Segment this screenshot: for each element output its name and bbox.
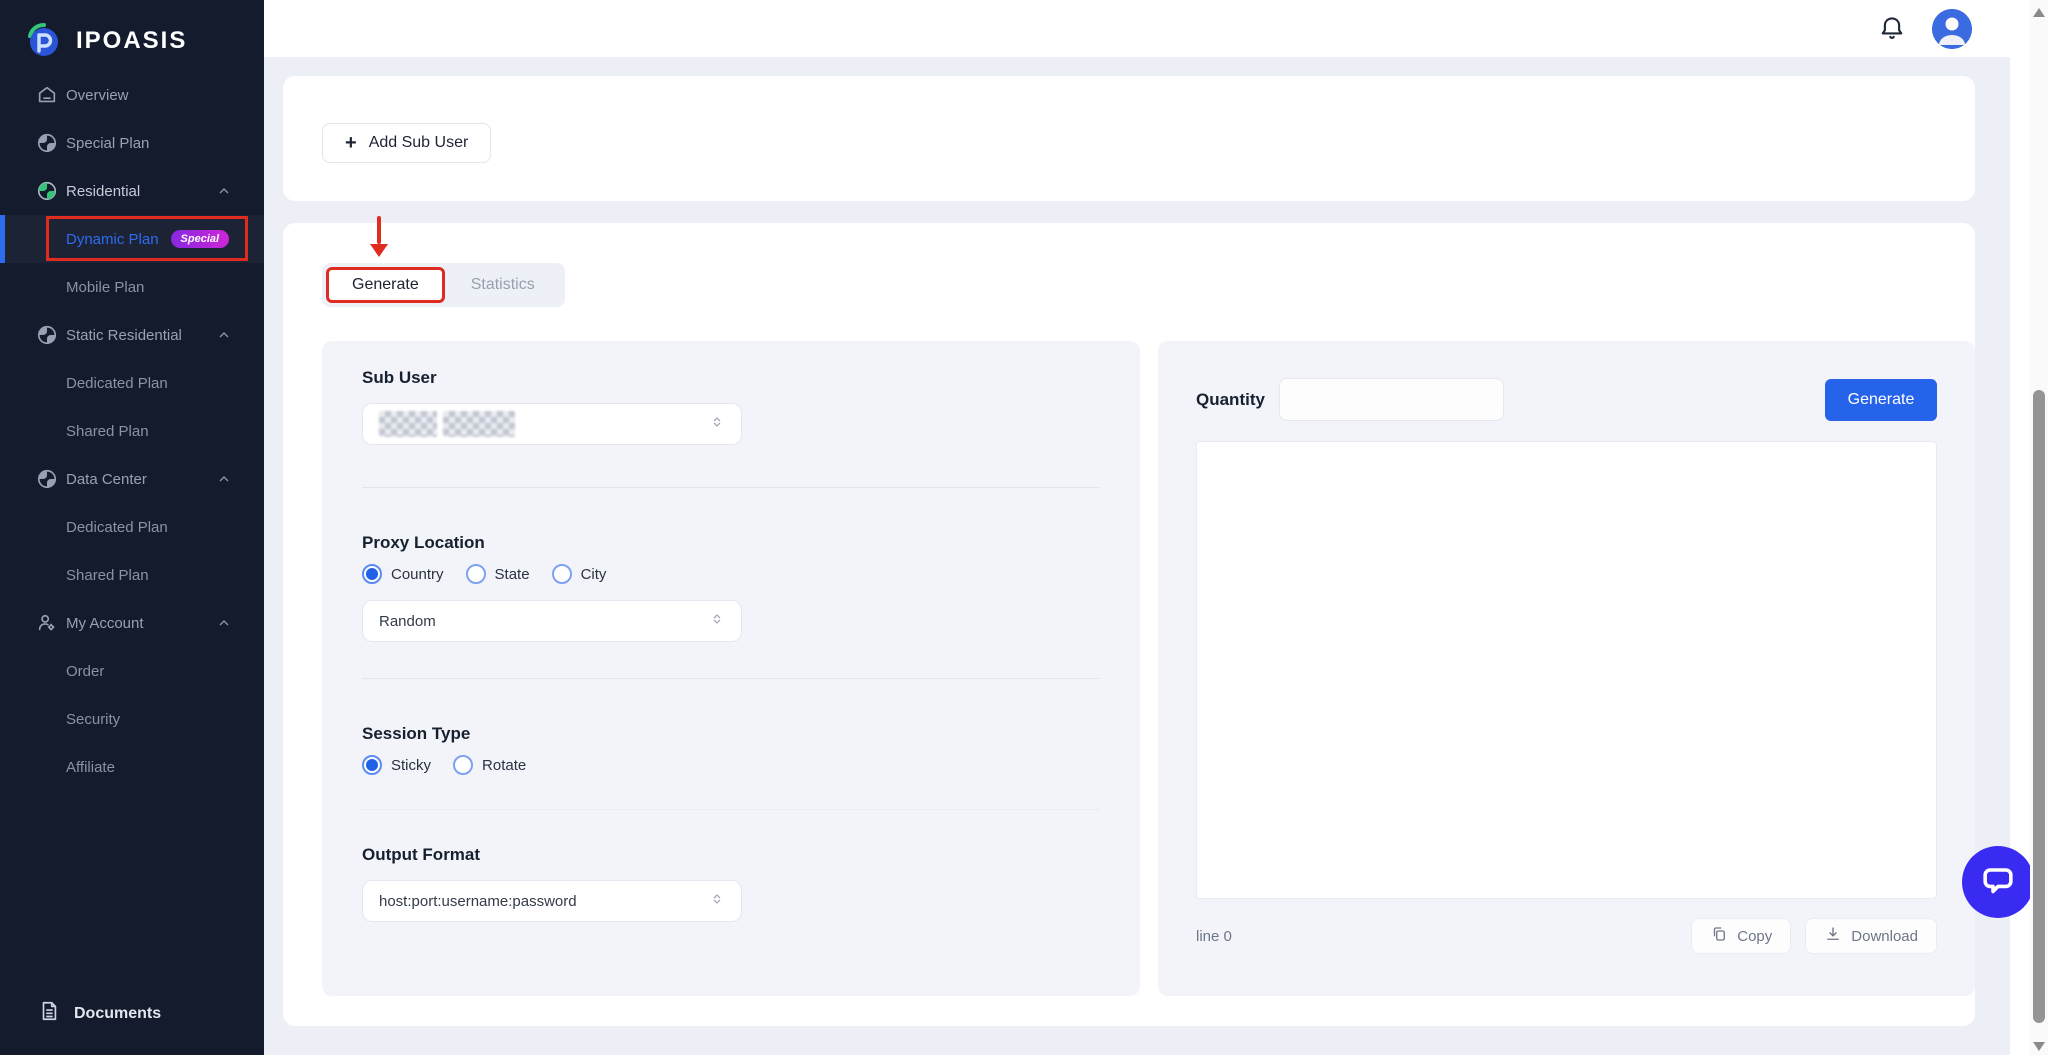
scroll-down-arrow[interactable] [2033, 1042, 2045, 1051]
country-select[interactable]: Random [362, 600, 742, 642]
special-badge: Special [171, 230, 230, 248]
sidebar-item-static-shared-plan[interactable]: Shared Plan [0, 407, 264, 455]
document-icon [38, 1000, 60, 1027]
session-type-radios: Sticky Rotate [362, 755, 1100, 775]
scrollbar-thumb[interactable] [2033, 390, 2045, 1023]
sidebar-nav: Overview Special Plan Residential D [0, 71, 264, 791]
sidebar-item-special-plan[interactable]: Special Plan [0, 119, 264, 167]
sidebar-item-dc-shared-plan[interactable]: Shared Plan [0, 551, 264, 599]
app-root: IPOASIS Overview Special Plan Residentia [0, 0, 2048, 1055]
chat-bubble-icon [1978, 860, 2018, 905]
sidebar-item-security[interactable]: Security [0, 695, 264, 743]
divider [362, 487, 1100, 488]
radio-country[interactable]: Country [362, 564, 444, 584]
sidebar-item-dynamic-plan[interactable]: Dynamic Plan Special [0, 215, 264, 263]
sidebar-item-overview[interactable]: Overview [0, 71, 264, 119]
generate-form-panel: Sub User Proxy Location Country [322, 341, 1140, 996]
globe-icon [36, 468, 58, 490]
user-gear-icon [36, 612, 58, 634]
chevron-up-icon [216, 615, 232, 631]
radio-city[interactable]: City [552, 564, 607, 584]
chevron-up-down-icon [709, 611, 725, 632]
annotation-arrow [369, 216, 389, 257]
session-type-label: Session Type [362, 723, 1100, 745]
proxy-location-radios: Country State City [362, 564, 1100, 584]
brand-name: IPOASIS [76, 27, 187, 55]
generate-button[interactable]: Generate [1825, 379, 1937, 421]
sidebar-group-residential[interactable]: Residential [0, 167, 264, 215]
active-indicator [0, 215, 5, 263]
copy-button[interactable]: Copy [1691, 918, 1791, 954]
globe-icon [36, 132, 58, 154]
main-content: + Add Sub User Generate Statistics Sub U… [264, 57, 2010, 1055]
notification-bell-icon[interactable] [1876, 13, 1908, 45]
sidebar-item-affiliate[interactable]: Affiliate [0, 743, 264, 791]
output-format-select[interactable]: host:port:username:password [362, 880, 742, 922]
radio-dot [453, 755, 473, 775]
radio-sticky[interactable]: Sticky [362, 755, 431, 775]
output-format-label: Output Format [362, 844, 1100, 866]
generate-output-panel: Quantity Generate line 0 Cop [1158, 341, 1975, 996]
user-avatar[interactable] [1932, 9, 1972, 49]
radio-dot [362, 755, 382, 775]
chevron-up-icon [216, 183, 232, 199]
divider [362, 809, 1100, 810]
live-chat-button[interactable] [1962, 846, 2034, 918]
sidebar-item-static-dedicated-plan[interactable]: Dedicated Plan [0, 359, 264, 407]
tab-statistics[interactable]: Statistics [445, 267, 561, 303]
tab-generate[interactable]: Generate [326, 267, 445, 303]
download-button[interactable]: Download [1805, 918, 1937, 954]
add-sub-user-button[interactable]: + Add Sub User [322, 123, 491, 163]
brand-logo: IPOASIS [0, 0, 264, 60]
globe-icon [36, 324, 58, 346]
generated-proxies-output[interactable] [1196, 441, 1937, 899]
redacted-value [379, 411, 515, 437]
quantity-input[interactable] [1279, 378, 1504, 421]
plus-icon: + [345, 133, 357, 153]
home-icon [36, 84, 58, 106]
sidebar-item-order[interactable]: Order [0, 647, 264, 695]
sub-user-label: Sub User [362, 367, 1100, 389]
sidebar-group-static-residential[interactable]: Static Residential [0, 311, 264, 359]
sidebar-group-my-account[interactable]: My Account [0, 599, 264, 647]
tabbar: Generate Statistics [322, 263, 565, 307]
divider [362, 678, 1100, 679]
radio-dot [466, 564, 486, 584]
globe-green-icon [36, 180, 58, 202]
line-count: line 0 [1196, 928, 1232, 945]
page-scrollbar[interactable] [2030, 0, 2048, 1055]
sidebar: IPOASIS Overview Special Plan Residentia [0, 0, 264, 1055]
sidebar-documents-link[interactable]: Documents [0, 1000, 161, 1027]
sub-user-card: + Add Sub User [283, 76, 1975, 201]
sidebar-item-dc-dedicated-plan[interactable]: Dedicated Plan [0, 503, 264, 551]
generate-card: Generate Statistics Sub User Proxy Locat… [283, 223, 1975, 1026]
chevron-up-down-icon [709, 414, 725, 435]
download-icon [1824, 925, 1842, 947]
sub-user-select[interactable] [362, 403, 742, 445]
chevron-up-icon [216, 327, 232, 343]
topbar [264, 0, 2030, 57]
brand-logo-icon [24, 22, 62, 60]
scroll-up-arrow[interactable] [2033, 8, 2045, 17]
radio-dot [552, 564, 572, 584]
chevron-up-down-icon [709, 891, 725, 912]
proxy-location-label: Proxy Location [362, 532, 1100, 554]
radio-rotate[interactable]: Rotate [453, 755, 526, 775]
radio-state[interactable]: State [466, 564, 530, 584]
sidebar-item-mobile-plan[interactable]: Mobile Plan [0, 263, 264, 311]
radio-dot [362, 564, 382, 584]
chevron-up-icon [216, 471, 232, 487]
quantity-label: Quantity [1196, 390, 1265, 410]
sidebar-group-data-center[interactable]: Data Center [0, 455, 264, 503]
copy-icon [1710, 925, 1728, 947]
